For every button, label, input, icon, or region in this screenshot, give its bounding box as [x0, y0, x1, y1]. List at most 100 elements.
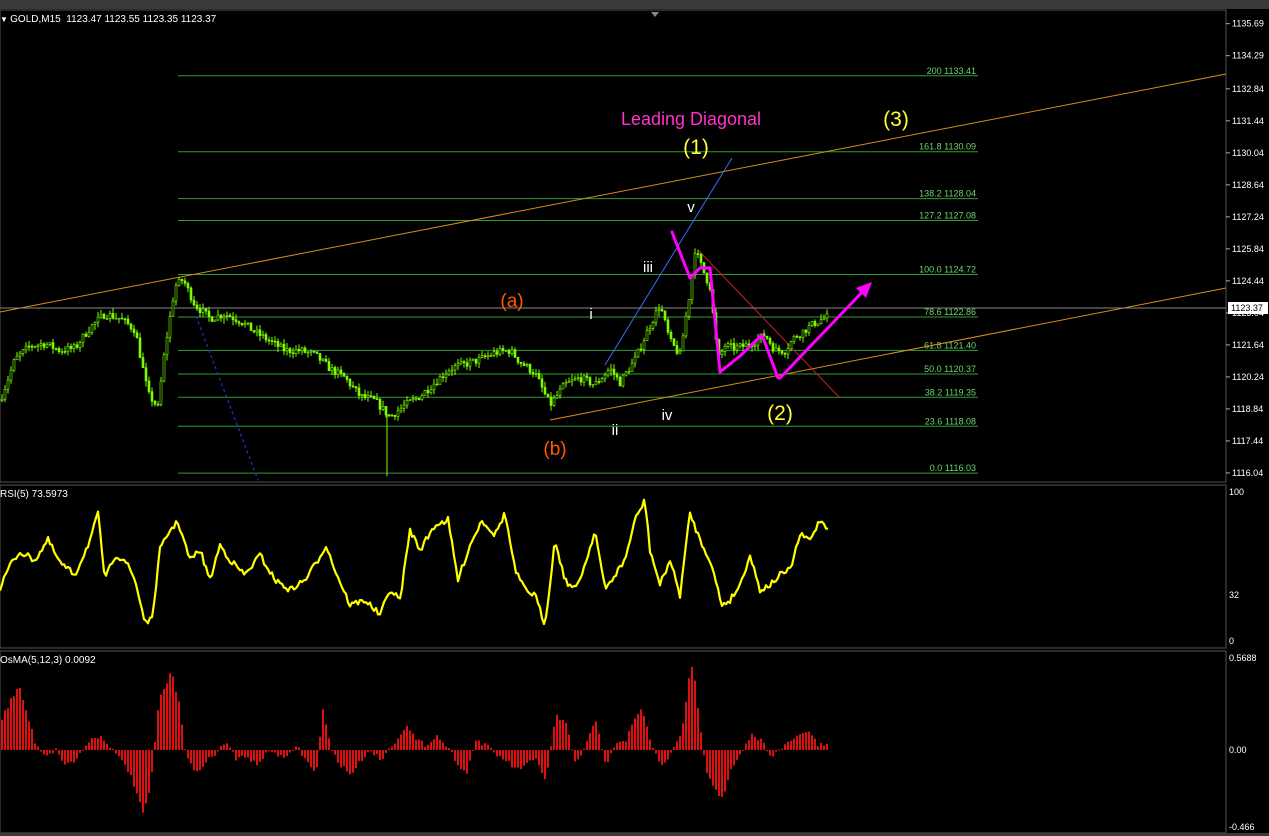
osma-bar [100, 736, 102, 750]
candle-body [93, 321, 97, 325]
candle-body [681, 335, 685, 352]
candle-body [315, 351, 319, 354]
osma-bar [472, 750, 474, 751]
osma-bar [433, 739, 435, 750]
fib-level-label: 23.6 1118.08 [925, 416, 976, 426]
candle-body [630, 362, 634, 372]
candle-body [78, 342, 82, 348]
candle-body [378, 398, 382, 410]
candle-body [795, 336, 799, 338]
osma-bar [754, 736, 756, 750]
osma-bar [571, 749, 573, 751]
candle-body [291, 352, 295, 355]
candle-body [396, 410, 400, 417]
osma-bar [475, 740, 477, 750]
price-chart[interactable]: 200 1133.41 161.8 1130.09 138.2 1128.04 127… [0, 0, 1269, 836]
osma-bar [748, 740, 750, 750]
candle-body [249, 322, 253, 331]
rsi-axis: 100 32 0 [1229, 487, 1244, 646]
candle-body [546, 393, 550, 398]
osma-bar [706, 750, 708, 773]
candle-body [117, 317, 121, 320]
osma-bar [349, 750, 351, 775]
candle-body [363, 393, 367, 398]
osma-bar [328, 738, 330, 750]
osma-bar [415, 739, 417, 750]
osma-bar [538, 750, 540, 766]
osma-bar [295, 746, 297, 750]
candle-body [426, 390, 430, 394]
candle-body [84, 333, 88, 337]
osma-bar [529, 750, 531, 761]
candle-body [801, 329, 805, 338]
candle-body [312, 350, 316, 353]
candle-body [225, 315, 229, 317]
osma-bar [685, 701, 687, 750]
candle-body [210, 316, 214, 322]
osma-bar [601, 749, 603, 751]
osma-bar [697, 708, 699, 750]
candle-body [366, 395, 370, 398]
candle-body [594, 381, 598, 385]
candle-body [753, 344, 757, 347]
osma-bar [289, 750, 291, 753]
candle-body [24, 345, 28, 351]
osma-bar [106, 743, 108, 750]
price-tick-label: 1117.44 [1232, 436, 1263, 446]
price-tick-label: 1135.69 [1232, 19, 1264, 29]
candle-body [243, 323, 247, 326]
candle-body [87, 331, 91, 337]
osma-bar [730, 750, 732, 770]
candle-body [51, 342, 55, 349]
candle-body [621, 374, 625, 387]
osma-bar [373, 750, 375, 756]
candle-body [576, 377, 580, 379]
osma-bar [508, 750, 510, 761]
candle-body [336, 369, 340, 376]
osma-bar [418, 739, 420, 750]
osma-bar [430, 741, 432, 750]
osma-bar [811, 735, 813, 750]
osma-bar [196, 750, 198, 772]
osma-bar [820, 742, 822, 750]
osma-bar [199, 750, 201, 771]
trend-lines [0, 73, 1227, 481]
osma-bar [757, 740, 759, 750]
osma-bar [160, 694, 162, 750]
candle-body [381, 405, 385, 410]
candle-body [339, 369, 343, 374]
osma-bar [181, 724, 183, 750]
osma-bar [796, 735, 798, 750]
osma-bar [598, 733, 600, 750]
price-tick-label: 1116.04 [1232, 468, 1263, 478]
wave-3-label: (3) [883, 108, 909, 131]
osma-bar [691, 666, 693, 750]
osma-bar [19, 687, 21, 750]
candle-body [600, 378, 604, 383]
osma-bar [673, 747, 675, 750]
osma-bar [565, 723, 567, 750]
candle-body [537, 373, 541, 380]
candle-body [3, 388, 7, 400]
osma-bar [286, 750, 288, 757]
osma-bar [664, 750, 666, 763]
candle-body [171, 300, 175, 317]
candle-body [168, 315, 172, 338]
candle-body [438, 376, 442, 385]
candle-body [780, 350, 784, 354]
osma-bar [682, 723, 684, 750]
candle-body [189, 287, 193, 301]
osma-bar [511, 750, 513, 768]
osma-bar [298, 747, 300, 750]
price-tick-label: 1134.29 [1232, 51, 1264, 61]
osma-bar [709, 750, 711, 779]
candle-body [39, 343, 43, 346]
candle-body [273, 340, 277, 343]
shift-marker-icon[interactable] [651, 12, 659, 17]
osma-bar [589, 733, 591, 750]
osma-bar [532, 750, 534, 761]
candle-body [246, 322, 250, 325]
candle-body [615, 374, 619, 378]
osma-bar [715, 750, 717, 790]
price-axis[interactable]: 1135.69 1134.29 1132.84 1131.44 1130.04 1128.… [1226, 19, 1264, 478]
